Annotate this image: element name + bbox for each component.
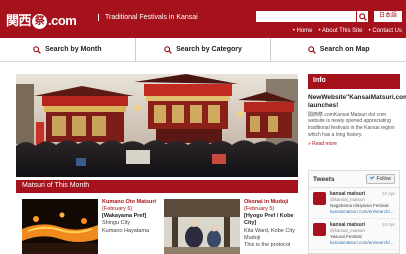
follow-button[interactable]: Follow [366, 174, 395, 184]
festival-thumbnail[interactable] [164, 199, 240, 254]
search-icon [307, 45, 316, 54]
festival-prefecture: [Hyogo Pref / Kobe City] [244, 213, 294, 227]
top-nav: • Home • About This Site • Contact Us [293, 28, 402, 34]
search-icon [33, 45, 41, 54]
tweets-widget: Tweets Follow kansai matsuri @kansai_mat… [308, 170, 400, 254]
tweets-title: Tweets [313, 175, 335, 183]
tweet-timestamp: 10 Apr [381, 222, 395, 227]
info-heading: Info [308, 74, 400, 89]
tweet-item[interactable]: kansai matsuri @kansai_matsuri 10 Apr Ya… [309, 219, 399, 250]
tweet-author-handle: @kansai_matsuri [330, 197, 365, 202]
festival-name[interactable]: Kumano Oto Matsuri [102, 199, 162, 206]
tweet-link[interactable]: kansaimatsuri.com/en/search/... [330, 209, 396, 214]
hero-festival-photo[interactable] [16, 74, 298, 177]
site-search-button[interactable] [357, 11, 368, 22]
tweet-author-handle: @kansai_matsuri [330, 228, 365, 233]
festival-card-text: Okonai in Mudoji (February 5) [Hyogo Pre… [244, 199, 304, 249]
festival-thumbnail[interactable] [22, 199, 98, 254]
follow-label: Follow [376, 176, 391, 182]
top-nav-about-label: About This Site [321, 28, 363, 34]
site-header: 関西祭 .com Traditional Festivals in Kansai … [0, 0, 406, 38]
main-nav: Search by Month Search by Category Searc… [0, 38, 406, 62]
festival-card-text: Kumano Oto Matsuri (February 6) [Wakayam… [102, 199, 162, 235]
top-nav-contact[interactable]: • Contact Us [369, 28, 402, 34]
site-logo[interactable]: 関西祭 .com [6, 10, 77, 29]
festival-float-illustration [16, 74, 298, 177]
nav-search-by-month-label: Search by Month [45, 46, 102, 53]
nav-search-by-category[interactable]: Search by Category [136, 38, 272, 61]
festival-venue: Mudoji [244, 234, 261, 241]
read-more-link[interactable]: » Read more [308, 141, 400, 147]
festival-name[interactable]: Okonai in Mudoji [244, 199, 304, 206]
search-icon [164, 45, 172, 54]
nav-search-by-month[interactable]: Search by Month [0, 38, 136, 61]
logo-matsuri-mark: 祭 [32, 14, 48, 29]
tweet-avatar [313, 192, 326, 205]
festival-location: Shingu City [102, 220, 131, 227]
festival-location: Kita Ward, Kobe City [244, 227, 295, 234]
tweet-link[interactable]: kansaimatsuri.com/en/search/... [330, 240, 396, 245]
tweets-header: Tweets Follow [309, 171, 399, 188]
festival-description: This is the protocol [244, 241, 291, 248]
nav-search-on-map[interactable]: Search on Map [271, 38, 406, 61]
festival-venue: Kumano Hayatama [102, 227, 150, 234]
logo-text-kansai: 関西 [6, 13, 32, 28]
news-body: 関西祭.comKansai Matsuri dot com website is… [308, 111, 395, 138]
nav-search-on-map-label: Search on Map [319, 46, 370, 53]
sidebar: Info NewWebsite"KansaiMatsuri.com" launc… [308, 74, 406, 147]
search-icon [358, 12, 367, 21]
site-search-input[interactable] [256, 11, 356, 22]
tweet-avatar [313, 223, 326, 236]
tweet-item[interactable]: kansai matsuri @kansai_matsuri 10 Apr Na… [309, 188, 399, 219]
top-nav-home-label: Home [296, 28, 313, 34]
tweet-text: Nagahama Hikiyama Festival [330, 203, 389, 208]
festival-date: (February 6) [102, 206, 133, 213]
twitter-bird-icon [370, 176, 376, 180]
logo-text-com: .com [48, 13, 77, 28]
page: { "header": { "logo_text_1": "関西", "logo… [0, 0, 406, 254]
site-tagline: Traditional Festivals in Kansai [98, 14, 198, 21]
tweet-timestamp: 10 Apr [381, 191, 395, 196]
festival-prefecture: [Wakayama Pref] [102, 213, 147, 220]
news-title[interactable]: NewWebsite"KansaiMatsuri.com" launches! [308, 94, 406, 110]
language-switch-button[interactable]: 日本語 [374, 11, 402, 22]
top-nav-contact-label: Contact Us [372, 28, 402, 34]
nav-search-by-category-label: Search by Category [176, 46, 242, 53]
top-nav-about[interactable]: • About This Site [319, 28, 363, 34]
top-nav-home[interactable]: • Home [293, 28, 313, 34]
torch-festival-photo [22, 199, 98, 254]
temple-ritual-photo [164, 199, 240, 254]
festival-date: (February 5) [244, 206, 275, 213]
section-heading-this-month: Matsuri of This Month [16, 180, 298, 193]
